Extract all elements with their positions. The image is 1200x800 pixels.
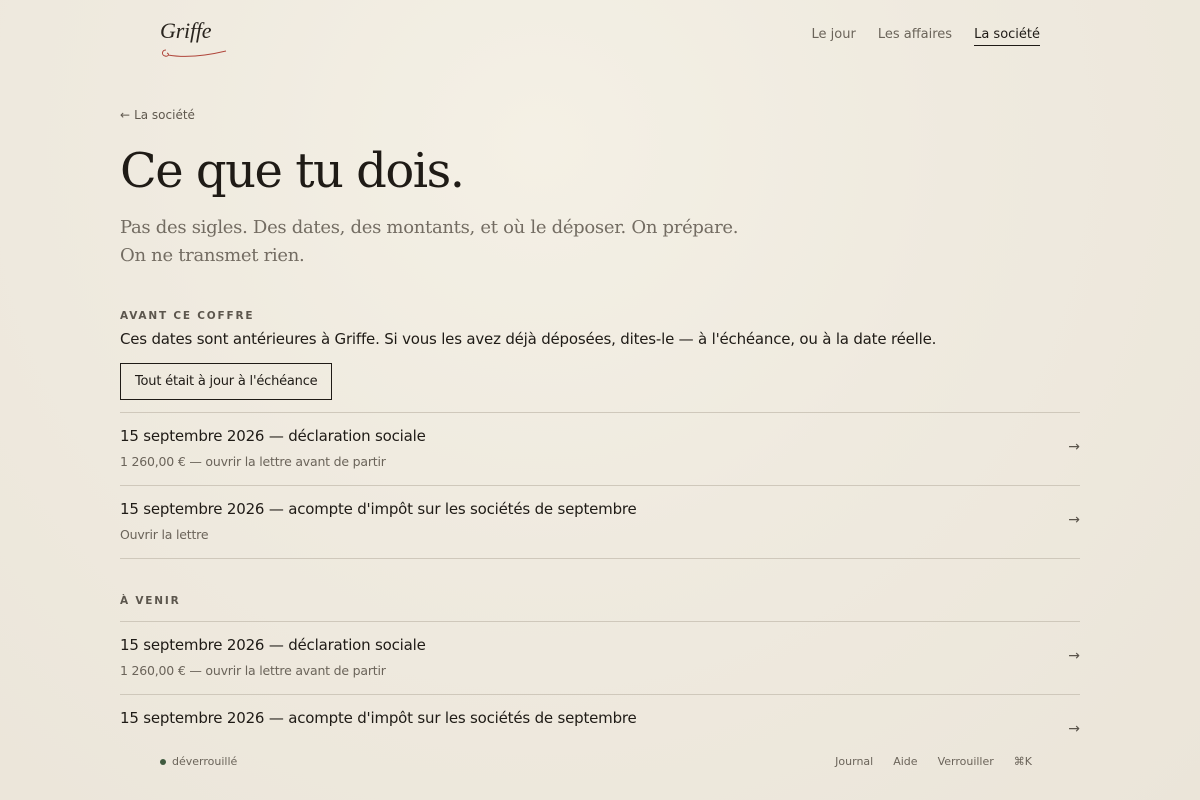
- brand-logo[interactable]: Griffe: [160, 20, 232, 62]
- back-link[interactable]: ← La société: [120, 108, 195, 122]
- back-link-label: La société: [134, 108, 195, 122]
- list-item-title: 15 septembre 2026 — déclaration sociale: [120, 635, 426, 654]
- brand-name: Griffe: [160, 18, 212, 43]
- upcoming-deadlines-list: 15 septembre 2026 — déclaration sociale …: [120, 620, 1080, 738]
- main-content: ← La société Ce que tu dois. Pas des sig…: [120, 104, 1080, 738]
- footer-link-journal[interactable]: Journal: [835, 755, 873, 768]
- top-navigation: Le jour Les affaires La société: [812, 27, 1040, 46]
- footer-link-aide[interactable]: Aide: [893, 755, 917, 768]
- command-palette-shortcut[interactable]: ⌘K: [1014, 755, 1032, 768]
- section-label-a-venir: À VENIR: [120, 594, 181, 607]
- arrow-right-icon: →: [1068, 511, 1080, 528]
- list-item-title: 15 septembre 2026 — acompte d'impôt sur …: [120, 499, 637, 518]
- list-item-title: 15 septembre 2026 — déclaration sociale: [120, 426, 426, 445]
- section-description: Ces dates sont antérieures à Griffe. Si …: [120, 329, 937, 348]
- page-title: Ce que tu dois.: [120, 143, 465, 199]
- nav-item-la-societe[interactable]: La société: [974, 27, 1040, 46]
- arrow-right-icon: →: [1068, 720, 1080, 737]
- arrow-right-icon: →: [1068, 647, 1080, 664]
- vault-status-label: déverrouillé: [172, 755, 238, 768]
- list-item-subtitle: 1 260,00 € — ouvrir la lettre avant de p…: [120, 662, 386, 678]
- list-item-title: 15 septembre 2026 — acompte d'impôt sur …: [120, 708, 637, 727]
- list-item-subtitle: Ouvrir la lettre: [120, 526, 209, 542]
- page-subtitle: Pas des sigles. Des dates, des montants,…: [120, 214, 1080, 270]
- signature-flourish-icon: [162, 49, 227, 57]
- footer-link-verrouiller[interactable]: Verrouiller: [938, 755, 994, 768]
- list-item-subtitle: 1 260,00 € — ouvrir la lettre avant de p…: [120, 453, 386, 469]
- nav-item-les-affaires[interactable]: Les affaires: [878, 27, 952, 45]
- list-item[interactable]: 15 septembre 2026 — acompte d'impôt sur …: [120, 695, 1080, 738]
- page-subtitle-line-2: On ne transmet rien.: [120, 244, 305, 266]
- section-label-avant-ce-coffre: AVANT CE COFFRE: [120, 309, 255, 322]
- page-subtitle-line-1: Pas des sigles. Des dates, des montants,…: [120, 216, 739, 238]
- vault-status: déverrouillé: [160, 755, 237, 768]
- past-deadlines-list: 15 septembre 2026 — déclaration sociale …: [120, 411, 1080, 559]
- footer-links: Journal Aide Verrouiller ⌘K: [835, 755, 1032, 768]
- arrow-left-icon: ←: [120, 108, 131, 122]
- arrow-right-icon: →: [1068, 438, 1080, 455]
- status-dot-icon: [160, 758, 166, 765]
- list-item[interactable]: 15 septembre 2026 — déclaration sociale …: [120, 622, 1080, 695]
- nav-item-le-jour[interactable]: Le jour: [812, 27, 856, 45]
- list-item[interactable]: 15 septembre 2026 — acompte d'impôt sur …: [120, 486, 1080, 559]
- list-item[interactable]: 15 septembre 2026 — déclaration sociale …: [120, 413, 1080, 486]
- mark-up-to-date-button[interactable]: Tout était à jour à l'échéance: [120, 362, 333, 400]
